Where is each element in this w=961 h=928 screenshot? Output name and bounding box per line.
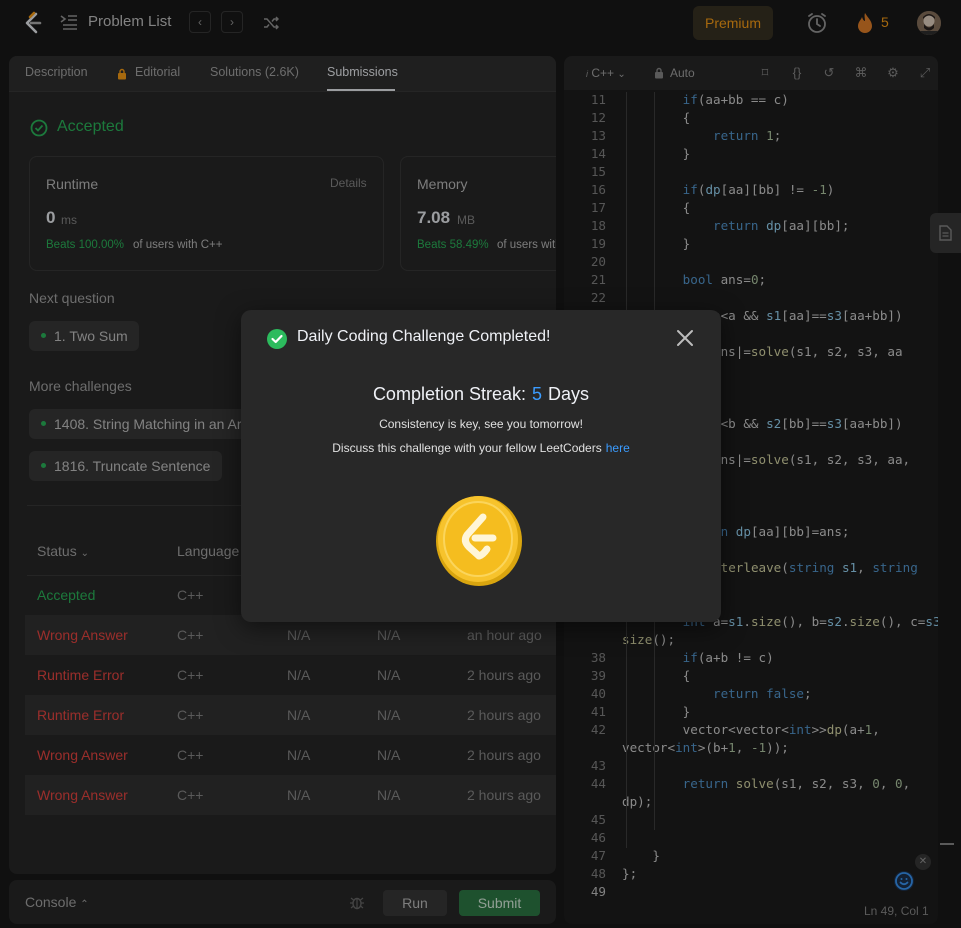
discuss-text: Discuss this challenge with your fellow … (332, 441, 602, 455)
streak-value: 5 (532, 384, 543, 404)
streak-prefix: Completion Streak: (372, 384, 527, 404)
discuss-message: Discuss this challenge with your fellow … (241, 441, 721, 455)
success-check-icon (267, 329, 287, 349)
leetcode-coin-icon (436, 496, 522, 586)
consistency-message: Consistency is key, see you tomorrow! (379, 417, 583, 431)
discuss-here-link[interactable]: here (606, 441, 630, 455)
daily-challenge-modal: Daily Coding Challenge Completed! Comple… (241, 310, 721, 622)
completion-streak: Completion Streak: 5 Days (241, 384, 721, 405)
modal-title: Daily Coding Challenge Completed! (297, 328, 551, 345)
close-icon[interactable] (675, 328, 695, 348)
streak-suffix: Days (548, 384, 590, 404)
